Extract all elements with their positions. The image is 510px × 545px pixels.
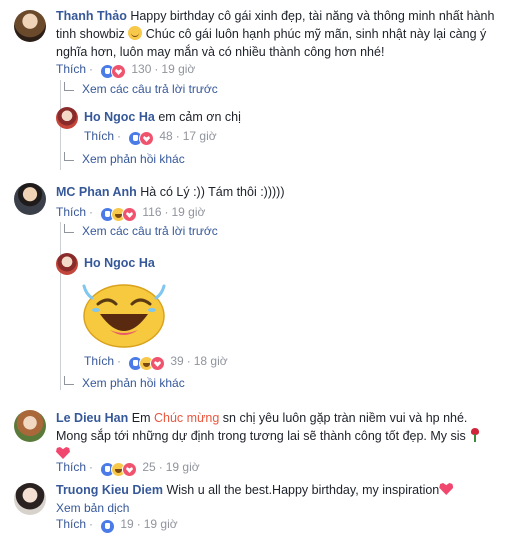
like-link[interactable]: Thích: [56, 460, 86, 474]
comment-author[interactable]: Truong Kieu Diem: [56, 483, 163, 497]
love-reaction-icon: [150, 356, 166, 371]
reaction-icons[interactable]: [128, 131, 155, 146]
reaction-count[interactable]: 19: [120, 517, 133, 531]
timestamp[interactable]: 19 giờ: [166, 460, 200, 474]
view-previous-replies-link[interactable]: Xem các câu trả lời trước: [64, 223, 218, 239]
laughing-face-sticker: [82, 284, 166, 348]
comment-text: Le Dieu Han Em Chúc mừng sn chị yêu luôn…: [56, 409, 496, 463]
comment-body: Wish u all the best.Happy birthday, my i…: [166, 483, 440, 497]
comment-author[interactable]: Thanh Thảo: [56, 9, 127, 23]
see-translation-link[interactable]: Xem bản dịch: [56, 500, 129, 516]
avatar[interactable]: [14, 410, 46, 442]
reaction-icons[interactable]: [100, 462, 138, 477]
love-reaction-icon: [139, 131, 155, 146]
comment-text: Truong Kieu Diem Wish u all the best.Hap…: [56, 481, 496, 499]
comment-actions: Thích · 25 · 19 giờ: [56, 459, 200, 477]
reply-arrow-icon: [64, 152, 74, 161]
comment-text: Thanh Thảo Happy birthday cô gái xinh đẹ…: [56, 7, 496, 61]
reply-actions: Thích · 48 · 17 giờ: [84, 128, 217, 146]
like-link[interactable]: Thích: [84, 129, 114, 143]
reply-arrow-icon: [64, 376, 74, 385]
comment-text: MC Phan Anh Hà có Lý :)) Tám thôi :))))): [56, 183, 496, 201]
reply-body: em cảm ơn chị: [158, 110, 241, 124]
like-link[interactable]: Thích: [84, 354, 114, 368]
timestamp[interactable]: 19 giờ: [144, 517, 178, 531]
reaction-icons[interactable]: [128, 356, 166, 371]
comment-author[interactable]: Le Dieu Han: [56, 411, 128, 425]
heart-emoji-icon: [439, 483, 454, 495]
comment-actions: Thích · 130 · 19 giờ: [56, 61, 195, 79]
like-link[interactable]: Thích: [56, 517, 86, 531]
avatar[interactable]: [14, 10, 46, 42]
reaction-count[interactable]: 48: [159, 129, 172, 143]
reaction-icons[interactable]: [100, 64, 127, 79]
avatar[interactable]: [14, 183, 46, 215]
reaction-icons[interactable]: [100, 519, 116, 534]
view-more-replies-link[interactable]: Xem phản hồi khác: [64, 375, 185, 391]
smile-emoji-icon: [128, 26, 143, 40]
reply-text: Ho Ngoc Ha em cảm ơn chị: [84, 108, 241, 126]
love-reaction-icon: [122, 462, 138, 477]
timestamp[interactable]: 17 giờ: [183, 129, 217, 143]
like-reaction-icon: [100, 519, 116, 534]
reaction-count[interactable]: 116: [142, 205, 161, 219]
timestamp[interactable]: 18 giờ: [194, 354, 228, 368]
reaction-count[interactable]: 39: [170, 354, 183, 368]
comment-actions: Thích · 116 · 19 giờ: [56, 204, 206, 222]
rose-emoji-icon: [469, 428, 481, 442]
comment-body-prefix: Em: [131, 411, 151, 425]
reply-arrow-icon: [64, 224, 74, 233]
view-more-replies-link[interactable]: Xem phản hồi khác: [64, 151, 185, 167]
love-reaction-icon: [111, 64, 127, 79]
comment-body: Hà có Lý :)) Tám thôi :))))): [140, 185, 285, 199]
reply-arrow-icon: [64, 82, 74, 91]
like-link[interactable]: Thích: [56, 62, 86, 76]
reaction-count[interactable]: 25: [142, 460, 155, 474]
comment-actions: Thích · 19 · 19 giờ: [56, 516, 178, 534]
timestamp[interactable]: 19 giờ: [172, 205, 206, 219]
reply-actions: Thích · 39 · 18 giờ: [84, 353, 228, 371]
thread-line: [60, 222, 61, 390]
avatar[interactable]: [56, 107, 78, 129]
comment-author[interactable]: MC Phan Anh: [56, 185, 137, 199]
timestamp[interactable]: 19 giờ: [161, 62, 195, 76]
like-link[interactable]: Thích: [56, 205, 86, 219]
reaction-icons[interactable]: [100, 207, 138, 222]
heart-emoji-icon: [56, 447, 70, 459]
reply-author[interactable]: Ho Ngoc Ha: [84, 110, 155, 124]
reply-author[interactable]: Ho Ngoc Ha: [84, 256, 155, 270]
avatar[interactable]: [56, 253, 78, 275]
view-previous-replies-link[interactable]: Xem các câu trả lời trước: [64, 81, 218, 97]
reaction-count[interactable]: 130: [131, 62, 151, 76]
avatar[interactable]: [14, 483, 46, 515]
reply-text: Ho Ngoc Ha: [84, 254, 155, 272]
highlighted-phrase[interactable]: Chúc mừng: [154, 411, 219, 425]
love-reaction-icon: [122, 207, 138, 222]
